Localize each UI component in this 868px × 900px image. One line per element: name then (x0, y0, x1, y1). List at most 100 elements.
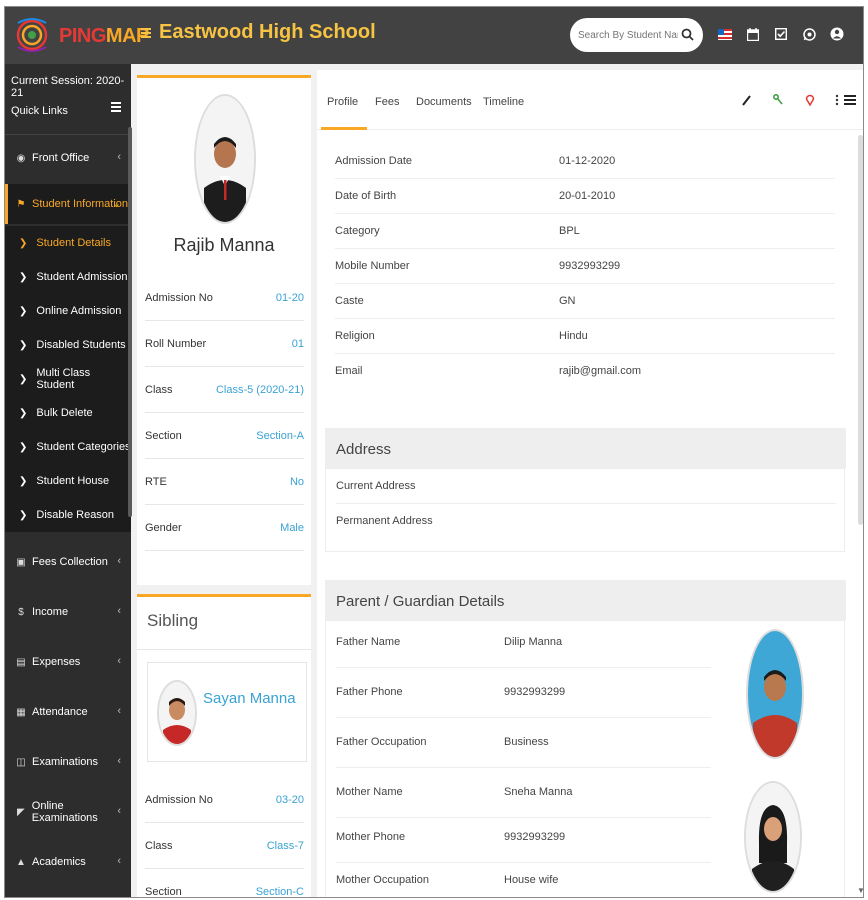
scroll-down-icon[interactable]: ▼ (857, 886, 863, 895)
profile-tabs: Profile Fees Documents Timeline (317, 70, 863, 130)
profile-row-class: Class Class-5 (2020-21) (145, 367, 304, 413)
menu-toggle-icon[interactable] (141, 28, 151, 38)
more-icon[interactable] (835, 94, 839, 106)
subitem-student-house[interactable]: ❯ Student House (5, 464, 131, 498)
logo-text-ping: PING (59, 25, 106, 47)
sidebar-item-label: Attendance (32, 706, 88, 718)
profile-row-value[interactable]: 01 (292, 338, 304, 350)
edit-icon[interactable] (741, 94, 751, 106)
subitem-label: Student Admission (36, 271, 128, 283)
user-icon[interactable] (830, 23, 844, 45)
detail-value: BPL (559, 225, 580, 237)
flag-icon[interactable] (718, 23, 732, 45)
calendar-icon[interactable] (746, 23, 760, 45)
detail-value: GN (559, 295, 576, 307)
chevron-left-icon: ‹ (117, 555, 121, 567)
sidebar-item-label: Examinations (32, 756, 99, 768)
profile-row-label: Gender (145, 521, 182, 534)
logo-text: PINGMAP (59, 25, 149, 48)
detail-label: Caste (335, 295, 364, 307)
quick-links[interactable]: Quick Links (11, 105, 68, 117)
sidebar-item-examinations[interactable]: ◫ Examinations ‹ (5, 742, 131, 782)
search-box (570, 18, 703, 52)
chevron-right-icon: ❯ (19, 271, 28, 283)
guardian-section: Parent / Guardian Details Father Name Dil… (325, 580, 846, 897)
subitem-disabled-students[interactable]: ❯ Disabled Students (5, 328, 131, 362)
sidebar-item-attendance[interactable]: ▦ Attendance ‹ (5, 692, 131, 732)
sibling-box[interactable]: Sayan Manna (147, 662, 307, 762)
student-search-input[interactable] (578, 27, 678, 43)
profile-row-value[interactable]: Male (280, 522, 304, 534)
sibling-row-value[interactable]: Class-7 (267, 840, 304, 852)
tab-fees[interactable]: Fees (375, 96, 399, 108)
sibling-row-value[interactable]: Section-C (256, 886, 304, 898)
search-icon[interactable] (681, 28, 694, 41)
profile-row-label: RTE (145, 475, 167, 488)
guardian-row: Father Phone 9932993299 (336, 668, 711, 718)
sibling-row-class: Class Class-7 (145, 823, 304, 869)
quick-links-menu-icon[interactable] (111, 102, 121, 114)
subitem-online-admission[interactable]: ❯ Online Admission (5, 294, 131, 328)
online-exam-icon: ◤ (17, 806, 25, 818)
subitem-label: Disable Reason (36, 509, 115, 521)
tab-timeline[interactable]: Timeline (483, 96, 524, 108)
detail-label: Religion (335, 330, 375, 342)
sidebar-scrollbar[interactable] (128, 127, 132, 517)
tab-documents[interactable]: Documents (416, 96, 472, 108)
top-bar: PINGMAP Eastwood High School (5, 7, 863, 64)
profile-row-value[interactable]: No (290, 476, 304, 488)
subitem-student-details[interactable]: ❯ Student Details (5, 226, 131, 260)
sidebar-item-expenses[interactable]: ▤ Expenses ‹ (5, 642, 131, 682)
divider (137, 649, 311, 650)
sibling-row-label: Section (145, 885, 182, 898)
sibling-row-value[interactable]: 03-20 (276, 794, 304, 806)
key-icon[interactable] (773, 94, 783, 106)
main-scrollbar[interactable] (858, 135, 863, 525)
chevron-left-icon: ‹ (117, 655, 121, 667)
sidebar-item-label: Fees Collection (32, 556, 108, 568)
topbar-icons (718, 23, 844, 45)
detail-value: 01-12-2020 (559, 155, 616, 167)
checkbox-icon[interactable] (774, 23, 788, 45)
profile-row-value[interactable]: Class-5 (2020-21) (216, 384, 304, 396)
location-icon[interactable] (805, 94, 815, 106)
chevron-right-icon: ❯ (19, 373, 28, 385)
sibling-photo (157, 680, 197, 746)
student-photo (194, 94, 256, 224)
guardian-label: Mother Occupation (336, 874, 429, 886)
detail-value: Hindu (559, 330, 588, 342)
sidebar-item-academics[interactable]: ▲ Academics ‹ (5, 842, 131, 882)
subitem-label: Multi Class Student (36, 367, 91, 391)
subitem-student-categories[interactable]: ❯ Student Categories (5, 430, 131, 464)
sidebar-item-front-office[interactable]: ◉ Front Office ‹ (5, 138, 131, 178)
sibling-name[interactable]: Sayan Manna (203, 690, 296, 707)
tab-profile[interactable]: Profile (327, 96, 358, 108)
profile-row-label: Section (145, 429, 182, 442)
subitem-bulk-delete[interactable]: ❯ Bulk Delete (5, 396, 131, 430)
sidebar-item-student-information[interactable]: ⚑ Student Information ⌄ (5, 184, 131, 224)
chevron-left-icon: ‹ (117, 805, 121, 817)
list-icon[interactable] (844, 94, 856, 106)
mother-photo (744, 781, 802, 893)
profile-row-value[interactable]: Section-A (256, 430, 304, 442)
sidebar-item-income[interactable]: $ Income ‹ (5, 592, 131, 632)
detail-row: Category BPL (335, 214, 835, 249)
profile-row-value[interactable]: 01-20 (276, 292, 304, 304)
attendance-icon: ▦ (16, 706, 26, 718)
subitem-multi-class-student[interactable]: ❯ Multi Class Student (5, 362, 131, 396)
fees-icon: ▣ (16, 556, 26, 568)
address-heading: Address (326, 429, 846, 469)
detail-row: Religion Hindu (335, 319, 835, 354)
profile-row-section: Section Section-A (145, 413, 304, 459)
sidebar-item-label: Income (32, 606, 69, 618)
sibling-row-admission-no: Admission No 03-20 (145, 777, 304, 823)
app-window: PINGMAP Eastwood High School Search By S… (4, 6, 864, 898)
subitem-student-admission[interactable]: ❯ Student Admission (5, 260, 131, 294)
subitem-disable-reason[interactable]: ❯ Disable Reason (5, 498, 131, 532)
logo[interactable]: PINGMAP (11, 13, 149, 57)
whatsapp-icon[interactable] (802, 23, 816, 45)
sidebar-item-label: Front Office (32, 152, 90, 164)
sidebar-item-fees-collection[interactable]: ▣ Fees Collection ‹ (5, 542, 131, 582)
profile-row-admission-no: Admission No 01-20 (145, 275, 304, 321)
sidebar-item-online-examinations[interactable]: ◤ Online Examinations ‹ (5, 792, 131, 832)
